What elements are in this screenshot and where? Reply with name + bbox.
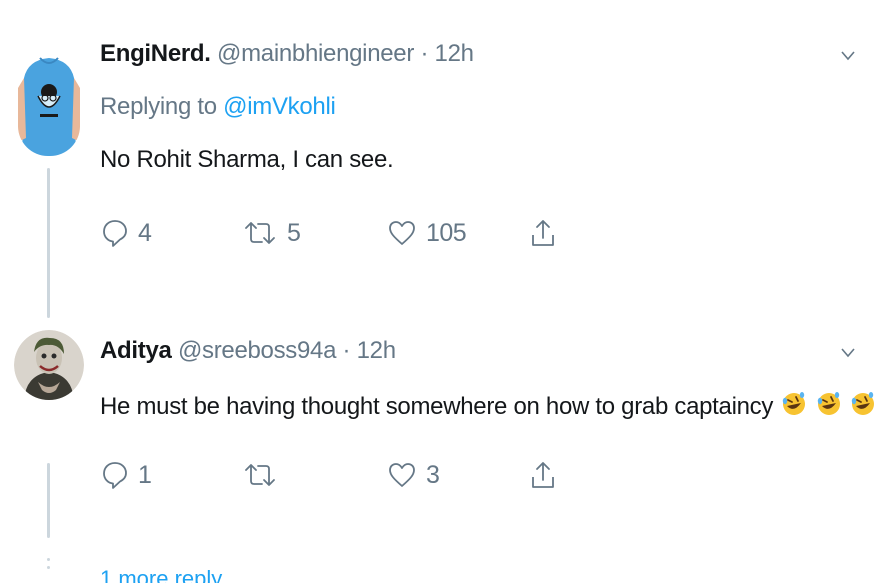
tweet-actions: 4 5 105: [100, 213, 600, 253]
user-handle[interactable]: @mainbhiengineer: [217, 40, 414, 67]
timestamp[interactable]: 12h: [357, 337, 396, 364]
chevron-down-icon[interactable]: [841, 345, 855, 359]
reply-count: 1: [138, 460, 152, 489]
replying-to-label: Replying to: [100, 93, 217, 120]
retweet-button[interactable]: [243, 455, 287, 495]
display-name[interactable]: Aditya: [100, 337, 172, 364]
like-button[interactable]: 3: [388, 455, 440, 495]
avatar[interactable]: [14, 330, 84, 400]
rolling-on-floor-laughing-emoji: [781, 391, 807, 424]
tweet[interactable]: Aditya @sreeboss94a · 12h He must be hav…: [0, 315, 875, 525]
tweet-actions: 1 3: [100, 455, 600, 495]
timestamp[interactable]: 12h: [435, 40, 474, 67]
share-button[interactable]: [530, 213, 556, 253]
tweet-text-row: He must be having thought somewhere on h…: [100, 391, 875, 424]
tweet-header: Aditya @sreeboss94a · 12h: [100, 337, 396, 365]
avatar[interactable]: [18, 38, 80, 156]
rolling-on-floor-laughing-emoji: [850, 391, 875, 424]
retweet-button[interactable]: 5: [243, 213, 301, 253]
share-icon: [530, 218, 556, 248]
replying-to: Replying to @imVkohli: [100, 93, 336, 121]
heart-icon: [388, 220, 416, 246]
tweet-text: He must be having thought somewhere on h…: [100, 392, 774, 420]
tweet-thread: EngiNerd. @mainbhiengineer · 12h Replyin…: [0, 0, 875, 583]
like-count: 3: [426, 460, 440, 489]
reply-icon: [102, 218, 128, 248]
mention-link[interactable]: @imVkohli: [223, 93, 336, 120]
display-name[interactable]: EngiNerd.: [100, 40, 211, 67]
chevron-down-icon[interactable]: [841, 48, 855, 62]
retweet-icon: [243, 220, 277, 246]
tweet[interactable]: EngiNerd. @mainbhiengineer · 12h Replyin…: [0, 0, 875, 300]
show-more-replies-link[interactable]: 1 more reply: [100, 566, 222, 583]
tweet-text: No Rohit Sharma, I can see.: [100, 146, 394, 173]
thread-dots: [47, 558, 50, 574]
like-count: 105: [426, 218, 467, 247]
reply-button[interactable]: 4: [102, 213, 152, 253]
rolling-on-floor-laughing-emoji: [816, 391, 842, 424]
reply-button[interactable]: 1: [102, 455, 152, 495]
tweet-header: EngiNerd. @mainbhiengineer · 12h: [100, 40, 474, 68]
reply-count: 4: [138, 218, 152, 247]
retweet-icon: [243, 462, 277, 488]
share-button[interactable]: [530, 455, 556, 495]
separator-dot: ·: [342, 337, 351, 364]
like-button[interactable]: 105: [388, 213, 467, 253]
retweet-count: 5: [287, 218, 301, 247]
separator-dot: ·: [420, 40, 429, 67]
user-handle[interactable]: @sreeboss94a: [178, 337, 337, 364]
reply-icon: [102, 460, 128, 490]
heart-icon: [388, 462, 416, 488]
share-icon: [530, 460, 556, 490]
